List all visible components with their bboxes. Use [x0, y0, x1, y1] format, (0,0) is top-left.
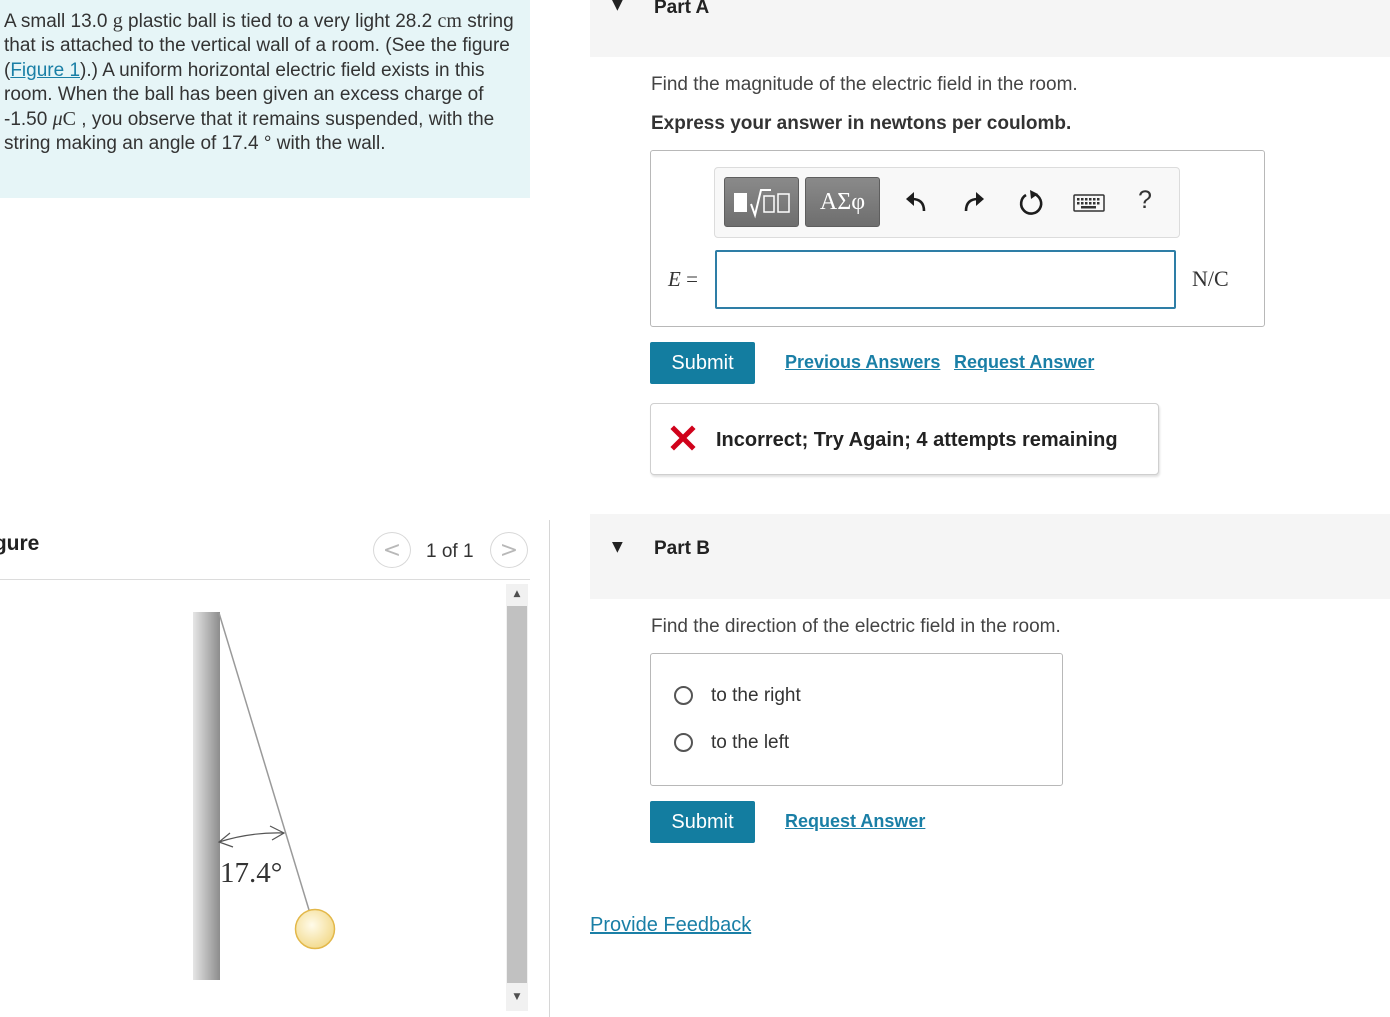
part-b-collapse-icon[interactable]: ▼ [612, 539, 623, 555]
radio-to-the-right[interactable] [674, 686, 693, 705]
undo-button[interactable] [901, 186, 931, 220]
figure-panel-title: igure [0, 532, 40, 555]
templates-button[interactable] [724, 177, 799, 227]
part-b-title[interactable]: Part B [654, 538, 710, 560]
provide-feedback-link[interactable]: Provide Feedback [590, 914, 751, 937]
ball [294, 908, 336, 950]
reset-icon [1019, 190, 1043, 215]
unit-microcoulomb: μC [53, 108, 76, 130]
problem-statement: A small 13.0 g plastic ball is tied to a… [0, 0, 530, 198]
angle-label: 17.4° [220, 857, 283, 889]
keyboard-icon [1073, 194, 1105, 212]
problem-text-6: with the wall. [271, 133, 386, 155]
unit-coulomb: C [62, 108, 76, 131]
part-a-header[interactable] [590, 0, 1390, 57]
redo-button[interactable] [959, 186, 989, 220]
reset-button[interactable] [1016, 186, 1046, 220]
next-figure-button[interactable]: > [490, 532, 528, 568]
part-b-request-answer-link[interactable]: Request Answer [785, 811, 925, 832]
equals-sign: = [680, 267, 698, 291]
problem-text-2: plastic ball is tied to a very light 28.… [122, 11, 438, 32]
unit-grams: g [112, 10, 123, 32]
undo-icon [906, 192, 926, 212]
choice-label-left[interactable]: to the left [711, 732, 789, 754]
part-b-submit-button[interactable]: Submit [650, 801, 755, 843]
redo-icon [964, 192, 984, 212]
figure-scrollbar-thumb[interactable] [507, 606, 527, 983]
column-divider [549, 520, 550, 1017]
figure-image [193, 612, 336, 980]
scroll-up-arrow[interactable]: ▲ [506, 584, 528, 604]
previous-figure-button[interactable]: < [373, 532, 411, 568]
keyboard-button[interactable] [1072, 186, 1106, 220]
part-b-question: Find the direction of the electric field… [651, 616, 1061, 637]
feedback-text: Incorrect; Try Again; 4 attempts remaini… [716, 429, 1118, 451]
choice-label-right[interactable]: to the right [711, 685, 801, 707]
answer-unit: N/C [1192, 266, 1229, 291]
previous-answers-link[interactable]: Previous Answers [785, 352, 940, 373]
part-a-submit-button[interactable]: Submit [650, 342, 755, 384]
symbols-button[interactable]: ΑΣφ [805, 177, 880, 227]
part-a-request-answer-link[interactable]: Request Answer [954, 352, 1094, 373]
unit-centimeters: cm [437, 10, 462, 32]
direction-choices [650, 653, 1063, 786]
help-button[interactable]: ? [1138, 186, 1152, 215]
variable-e: E [668, 267, 681, 291]
answer-input[interactable] [715, 250, 1176, 309]
templates-icon [733, 189, 790, 219]
problem-text-5: , you observe that it remains suspended,… [4, 109, 495, 155]
incorrect-x-icon [670, 425, 696, 451]
answer-variable-label: E = [668, 267, 698, 292]
figure-link[interactable]: Figure 1 [10, 60, 80, 81]
wall [193, 612, 220, 980]
problem-text-1: A small 13.0 [4, 11, 113, 32]
scroll-down-arrow[interactable]: ▼ [506, 987, 528, 1007]
part-a-instruction: Express your answer in newtons per coulo… [651, 113, 1072, 134]
radio-to-the-left[interactable] [674, 733, 693, 752]
unit-mu: μ [52, 108, 63, 131]
figure-pager: 1 of 1 [426, 541, 474, 562]
part-a-collapse-icon[interactable]: ▼ [612, 0, 623, 13]
part-a-title[interactable]: Part A [654, 0, 709, 19]
part-b-header[interactable] [590, 514, 1390, 599]
part-a-question: Find the magnitude of the electric field… [651, 74, 1078, 95]
